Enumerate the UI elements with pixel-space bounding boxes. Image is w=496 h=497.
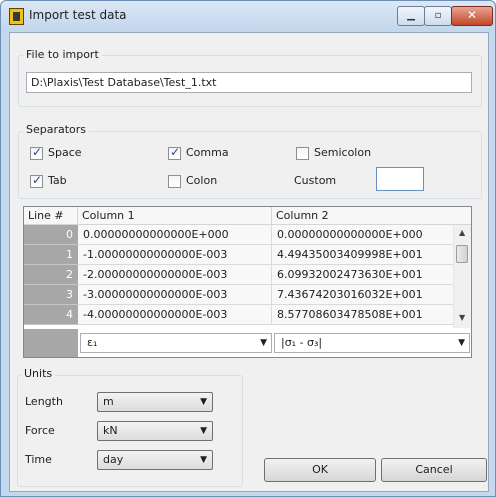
scroll-thumb[interactable] <box>456 245 468 263</box>
window-title: Import test data <box>29 8 127 22</box>
chevron-down-icon: ▼ <box>200 397 207 407</box>
table-cell[interactable]: 8.57708603478508E+001 <box>272 305 455 325</box>
chevron-down-icon: ▼ <box>200 426 207 436</box>
line-number: 1 <box>24 245 78 265</box>
force-label: Force <box>25 424 55 437</box>
table-cell[interactable]: -3.00000000000000E-003 <box>78 285 272 305</box>
table-cell[interactable]: 0.00000000000000E+000 <box>78 225 272 245</box>
tab-label: Tab <box>48 174 67 187</box>
ok-button[interactable]: OK <box>264 458 376 482</box>
table-cell[interactable]: -2.00000000000000E-003 <box>78 265 272 285</box>
chevron-down-icon: ▼ <box>260 338 267 348</box>
file-group-label: File to import <box>23 48 102 61</box>
chevron-down-icon: ▼ <box>200 455 207 465</box>
force-unit-select[interactable]: kN ▼ <box>97 421 213 441</box>
header-column-2[interactable]: Column 2 <box>272 207 471 225</box>
space-label: Space <box>48 146 82 159</box>
column-1-quantity-select[interactable]: ε₁ ▼ <box>80 333 272 353</box>
chevron-down-icon: ▼ <box>458 338 465 348</box>
colon-checkbox[interactable] <box>168 175 181 188</box>
table-vertical-scrollbar[interactable]: ▲ ▼ <box>453 225 471 328</box>
table-cell[interactable]: 0.00000000000000E+000 <box>272 225 455 245</box>
header-column-1[interactable]: Column 1 <box>78 207 272 225</box>
length-label: Length <box>25 395 63 408</box>
minimize-button[interactable]: ▁ <box>397 6 425 26</box>
table-cell[interactable]: 6.09932002473630E+001 <box>272 265 455 285</box>
colon-label: Colon <box>186 174 218 187</box>
comma-label: Comma <box>186 146 229 159</box>
time-label: Time <box>25 453 52 466</box>
scroll-down-icon[interactable]: ▼ <box>459 313 465 322</box>
file-path-input[interactable]: D:\Plaxis\Test Database\Test_1.txt <box>26 72 472 93</box>
custom-label: Custom <box>294 174 337 187</box>
length-unit-select[interactable]: m ▼ <box>97 392 213 412</box>
line-number: 4 <box>24 305 78 325</box>
mapping-row-header <box>24 329 78 357</box>
time-unit-select[interactable]: day ▼ <box>97 450 213 470</box>
units-group-label: Units <box>21 367 56 380</box>
table-cell[interactable]: -4.00000000000000E-003 <box>78 305 272 325</box>
close-button[interactable]: ✕ <box>451 6 493 26</box>
table-cell[interactable]: 7.43674203016032E+001 <box>272 285 455 305</box>
cancel-button[interactable]: Cancel <box>381 458 487 482</box>
line-number: 0 <box>24 225 78 245</box>
app-icon <box>9 8 24 25</box>
column-2-quantity-value: |σ₁ - σ₃| <box>281 336 323 349</box>
title-bar: Import test data ▁ ▫ ✕ <box>1 1 495 31</box>
column-2-quantity-select[interactable]: |σ₁ - σ₃| ▼ <box>274 333 470 353</box>
tab-checkbox[interactable] <box>30 173 43 188</box>
column-1-quantity-value: ε₁ <box>87 336 98 349</box>
semicolon-label: Semicolon <box>314 146 372 159</box>
scroll-up-icon[interactable]: ▲ <box>459 228 465 237</box>
force-unit-value: kN <box>103 424 118 437</box>
maximize-button[interactable]: ▫ <box>424 6 452 26</box>
table-cell[interactable]: 4.49435003409998E+001 <box>272 245 455 265</box>
header-line[interactable]: Line # <box>24 207 78 225</box>
comma-checkbox[interactable] <box>168 145 181 160</box>
length-unit-value: m <box>103 395 114 408</box>
preview-table: Line # Column 1 Column 2 0 0.00000000000… <box>23 206 472 358</box>
table-cell[interactable]: -1.00000000000000E-003 <box>78 245 272 265</box>
import-test-data-dialog: Import test data ▁ ▫ ✕ File to import D:… <box>0 0 496 497</box>
separators-group-label: Separators <box>23 123 90 136</box>
line-number: 3 <box>24 285 78 305</box>
time-unit-value: day <box>103 453 124 466</box>
space-checkbox[interactable] <box>30 145 43 160</box>
semicolon-checkbox[interactable] <box>296 147 309 160</box>
line-number: 2 <box>24 265 78 285</box>
custom-separator-input[interactable] <box>376 167 424 191</box>
